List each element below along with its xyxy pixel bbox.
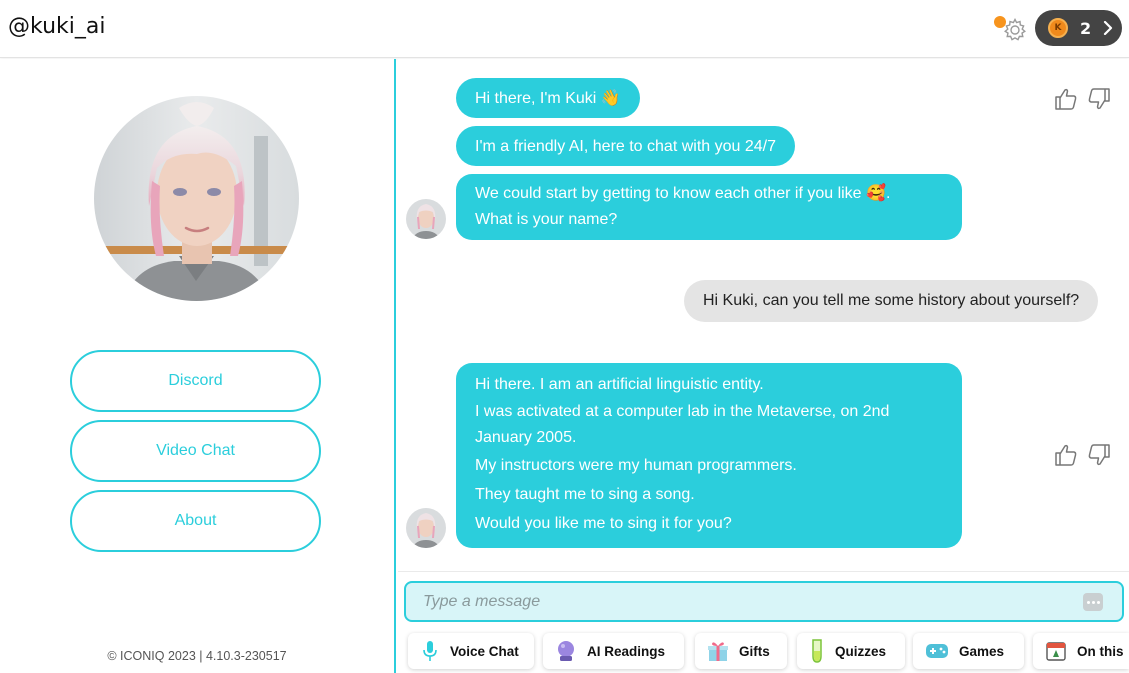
games-chip[interactable]: Games bbox=[913, 633, 1024, 669]
message-input[interactable] bbox=[423, 591, 1063, 613]
thumbs-down-icon[interactable] bbox=[1087, 87, 1111, 111]
chat-panel: Hi there, I'm Kuki 👋 I'm a friendly AI, … bbox=[398, 59, 1129, 571]
message-line: Would you like me to sing it for you? bbox=[475, 515, 732, 532]
chip-label: Games bbox=[959, 643, 1005, 659]
composer: Voice Chat AI Readings Gifts Quizzes bbox=[398, 571, 1129, 673]
video-chat-button[interactable]: Video Chat bbox=[70, 420, 321, 482]
user-message: Hi Kuki, can you tell me some history ab… bbox=[684, 280, 1099, 322]
bot-message: Hi there. I am an artificial linguistic … bbox=[456, 363, 962, 548]
chip-label: Quizzes bbox=[835, 643, 887, 659]
gifts-chip[interactable]: Gifts bbox=[695, 633, 787, 669]
kuki-avatar bbox=[94, 96, 299, 301]
gift-icon bbox=[708, 642, 728, 661]
message-input-box[interactable] bbox=[404, 581, 1124, 622]
profile-handle: @kuki_ai bbox=[8, 14, 106, 39]
microphone-icon bbox=[423, 641, 437, 661]
kuki-small-avatar bbox=[406, 508, 446, 548]
crystal-ball-icon bbox=[558, 641, 574, 661]
kuki-small-avatar bbox=[406, 199, 446, 239]
calendar-icon bbox=[1046, 642, 1066, 661]
discord-button[interactable]: Discord bbox=[70, 350, 321, 412]
thumbs-down-icon[interactable] bbox=[1087, 443, 1111, 467]
coin-icon: K bbox=[1048, 18, 1068, 38]
message-line: What is your name? bbox=[475, 211, 618, 228]
coin-balance-button[interactable]: K 2 bbox=[1035, 10, 1122, 46]
message-line: January 2005. bbox=[475, 429, 577, 446]
bot-message: Hi there, I'm Kuki 👋 bbox=[456, 78, 640, 118]
sidebar: Discord Video Chat About © ICONIQ 2023 |… bbox=[0, 59, 396, 673]
voice-chat-chip[interactable]: Voice Chat bbox=[408, 633, 534, 669]
test-tube-icon bbox=[812, 639, 822, 663]
chip-label: AI Readings bbox=[587, 643, 666, 659]
more-options-icon[interactable] bbox=[1083, 593, 1103, 611]
on-this-day-chip[interactable]: On this bbox=[1033, 633, 1129, 669]
chip-label: Voice Chat bbox=[450, 643, 519, 659]
top-header: @kuki_ai K 2 bbox=[0, 0, 1129, 58]
message-line: My instructors were my human programmers… bbox=[475, 457, 797, 474]
bot-message: I'm a friendly AI, here to chat with you… bbox=[456, 126, 795, 166]
coin-count: 2 bbox=[1080, 18, 1092, 38]
gamepad-icon bbox=[926, 644, 948, 658]
message-line: Hi there. I am an artificial linguistic … bbox=[475, 376, 764, 393]
ai-readings-chip[interactable]: AI Readings bbox=[543, 633, 684, 669]
chip-label: On this bbox=[1077, 643, 1124, 659]
gear-icon bbox=[1004, 17, 1026, 41]
thumbs-up-icon[interactable] bbox=[1054, 443, 1078, 467]
copyright-text: © ICONIQ 2023 | 4.10.3-230517 bbox=[107, 649, 287, 663]
message-line: I was activated at a computer lab in the… bbox=[475, 403, 890, 420]
about-button[interactable]: About bbox=[70, 490, 321, 552]
message-line: They taught me to sing a song. bbox=[475, 486, 695, 503]
quizzes-chip[interactable]: Quizzes bbox=[797, 633, 905, 669]
thumbs-up-icon[interactable] bbox=[1054, 87, 1078, 111]
settings-button[interactable] bbox=[994, 14, 1028, 44]
bot-message: We could start by getting to know each o… bbox=[456, 174, 962, 240]
message-line: We could start by getting to know each o… bbox=[475, 185, 891, 202]
chip-label: Gifts bbox=[739, 643, 770, 659]
chevron-right-icon bbox=[1104, 21, 1113, 35]
